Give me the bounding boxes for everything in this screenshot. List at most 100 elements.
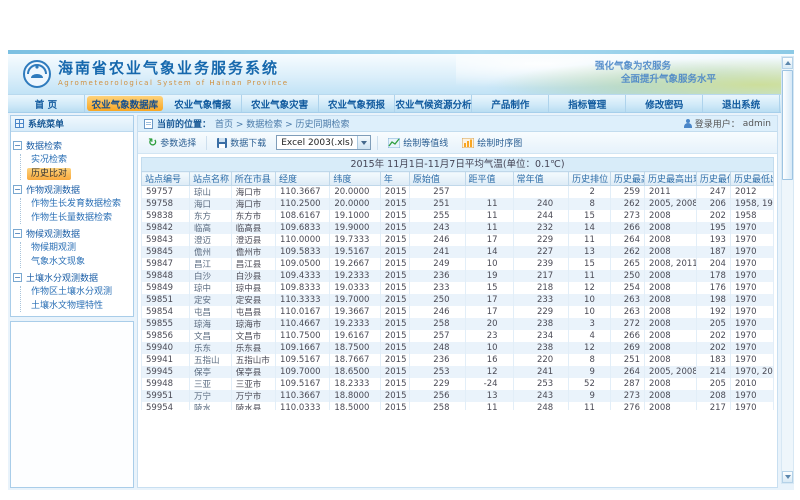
draw-timeseries-button[interactable]: 绘制时序图 xyxy=(458,134,526,151)
sidebar-tree: −数据检索实况检索历史比对−作物观测数据作物生长发育数据检索作物生长量数据检索−… xyxy=(11,132,133,317)
tree-section[interactable]: −土壤水分观测数据 xyxy=(13,270,131,284)
table-row[interactable]: 59838东方东方市108.616719.1000201525511244152… xyxy=(142,210,774,222)
cell: 14 xyxy=(569,222,611,234)
scroll-up-button[interactable] xyxy=(782,57,793,69)
cell: 三亚 xyxy=(190,378,232,390)
cell: 1970 xyxy=(730,282,773,294)
nav-item[interactable]: 修改密码 xyxy=(626,95,703,112)
column-header: 纬度 xyxy=(330,172,381,186)
cell: 2008, 2011 xyxy=(645,258,697,270)
table-row[interactable]: 59854屯昌屯昌县110.016719.3667201524617229102… xyxy=(142,306,774,318)
nav-item[interactable]: 退出系统 xyxy=(703,95,780,112)
nav-item[interactable]: 指标管理 xyxy=(549,95,626,112)
cell: 万宁 xyxy=(190,390,232,402)
cell: 屯昌 xyxy=(190,306,232,318)
cell: 269 xyxy=(610,342,644,354)
cell: 248 xyxy=(513,402,569,410)
cell: 12 xyxy=(569,342,611,354)
cell: 11 xyxy=(465,222,513,234)
column-header: 历史最低 xyxy=(696,172,730,186)
cell: 243 xyxy=(409,222,465,234)
collapse-icon[interactable]: − xyxy=(13,273,22,282)
cell: 176 xyxy=(696,282,730,294)
scroll-down-button[interactable] xyxy=(782,471,793,483)
export-format-value: Excel 2003(.xls) xyxy=(277,138,357,148)
nav-item[interactable]: 首 页 xyxy=(8,95,85,112)
cell: 海口 xyxy=(190,198,232,210)
table-row[interactable]: 59855琼海琼海市110.466719.2333201525820238327… xyxy=(142,318,774,330)
table-row[interactable]: 59848白沙白沙县109.433319.2333201523619217112… xyxy=(142,270,774,282)
tree-item[interactable]: 实况检索 xyxy=(27,154,71,166)
cell: 定安县 xyxy=(231,294,275,306)
banner-slogan: 强化气象为农服务 全面提升气象服务水平 xyxy=(595,60,716,86)
table-row[interactable]: 59847昌江昌江县109.050019.2667201524910239152… xyxy=(142,258,774,270)
tree-item[interactable]: 历史比对 xyxy=(27,168,71,180)
table-row[interactable]: 59856文昌文昌市110.750019.6167201525723234426… xyxy=(142,330,774,342)
table-row[interactable]: 59843澄迈澄迈县110.000019.7333201524617229112… xyxy=(142,234,774,246)
cell: 205 xyxy=(696,378,730,390)
chevron-down-icon[interactable] xyxy=(357,136,370,149)
tree-section[interactable]: −数据检索 xyxy=(13,138,131,152)
draw-isoline-label: 绘制等值线 xyxy=(403,136,448,149)
toolbar: ↻ 参数选择 数据下载 Excel 2003(.xls) xyxy=(138,132,777,154)
data-download-button[interactable]: 数据下载 xyxy=(213,134,270,151)
nav-item[interactable]: 农业气象灾害 xyxy=(242,95,319,112)
table-row[interactable]: 59948三亚三亚市109.516718.23332015229-2425352… xyxy=(142,378,774,390)
user-icon xyxy=(684,119,692,128)
cell: 东方 xyxy=(190,210,232,222)
cell: 儋州 xyxy=(190,246,232,258)
table-row[interactable]: 59845儋州儋州市109.583319.5167201524114227132… xyxy=(142,246,774,258)
page-scrollbar[interactable] xyxy=(781,56,794,484)
cell: 12 xyxy=(465,366,513,378)
tree-item[interactable]: 作物区土壤水分观测 xyxy=(27,286,116,298)
table-row[interactable]: 59757琼山海口市110.366720.0000201525722592011… xyxy=(142,186,774,198)
table-row[interactable]: 59842临高临高县109.683319.9000201524311232142… xyxy=(142,222,774,234)
tree-section[interactable]: −物候观测数据 xyxy=(13,226,131,240)
nav-item[interactable]: 农业气象预报 xyxy=(319,95,396,112)
cell: 109.5833 xyxy=(275,246,329,258)
tree-item[interactable]: 作物生长发育数据检索 xyxy=(27,198,125,210)
nav-item[interactable]: 农业气象情报 xyxy=(165,95,242,112)
table-row[interactable]: 59849琼中琼中县109.833319.0333201523315218122… xyxy=(142,282,774,294)
table-row[interactable]: 59945保亭保亭县109.700018.6500201525312241926… xyxy=(142,366,774,378)
cell: 2008 xyxy=(645,318,697,330)
scrollbar-thumb[interactable] xyxy=(782,70,793,180)
export-format-select[interactable]: Excel 2003(.xls) xyxy=(276,135,371,150)
cell: 198 xyxy=(696,294,730,306)
cell: 1970 xyxy=(730,294,773,306)
tree-item[interactable]: 气象水文现象 xyxy=(27,256,89,268)
tree-item[interactable]: 土壤水文物理特性 xyxy=(27,300,107,312)
tree-item[interactable]: 作物生长量数据检索 xyxy=(27,212,116,224)
collapse-icon[interactable]: − xyxy=(13,141,22,150)
menu-grid-icon xyxy=(15,119,24,128)
cell: 保亭 xyxy=(190,366,232,378)
table-row[interactable]: 59941五指山五指山市109.516718.76672015236162208… xyxy=(142,354,774,366)
table-scroll-region[interactable]: 59757琼山海口市110.366720.0000201525722592011… xyxy=(141,186,774,410)
cell: 110.3667 xyxy=(275,186,329,198)
cell: 2015 xyxy=(380,402,409,410)
cell: 琼海 xyxy=(190,318,232,330)
collapse-icon[interactable]: − xyxy=(13,185,22,194)
cell: 17 xyxy=(465,234,513,246)
param-select-button[interactable]: ↻ 参数选择 xyxy=(144,134,200,151)
table-row[interactable]: 59940乐东乐东县109.166718.7500201524810238122… xyxy=(142,342,774,354)
table-row[interactable]: 59758海口海口市110.250020.0000201525111240826… xyxy=(142,198,774,210)
table-row[interactable]: 59951万宁万宁市110.366718.8000201525613243927… xyxy=(142,390,774,402)
cell: 266 xyxy=(610,222,644,234)
draw-isoline-button[interactable]: 绘制等值线 xyxy=(384,134,452,151)
column-header: 站点编号 xyxy=(142,172,190,186)
column-header: 历史排位 xyxy=(569,172,611,186)
tree-item[interactable]: 物候期观测 xyxy=(27,242,80,254)
table-row[interactable]: 59851定安定安县110.333319.7000201525017233102… xyxy=(142,294,774,306)
cell: 59856 xyxy=(142,330,190,342)
cell: 59954 xyxy=(142,402,190,410)
nav-item[interactable]: 农业气象数据库 xyxy=(87,96,163,111)
breadcrumb-path[interactable]: 首页 > 数据检索 > 历史同期检索 xyxy=(215,117,350,130)
nav-item[interactable]: 农业气候资源分析 xyxy=(395,95,472,112)
nav-item[interactable]: 产品制作 xyxy=(472,95,549,112)
tree-section[interactable]: −作物观测数据 xyxy=(13,182,131,196)
table-row[interactable]: 59954陵水陵水县110.033318.5000201525811248112… xyxy=(142,402,774,410)
cell: 59757 xyxy=(142,186,190,198)
collapse-icon[interactable]: − xyxy=(13,229,22,238)
cell: 250 xyxy=(409,294,465,306)
